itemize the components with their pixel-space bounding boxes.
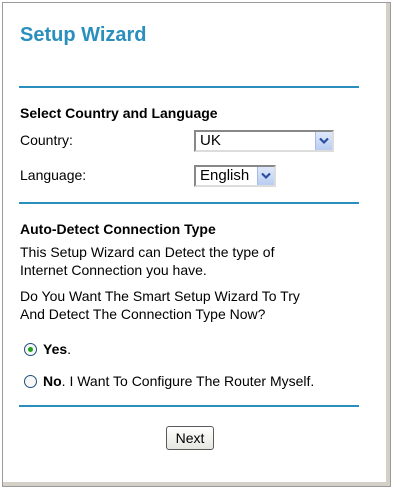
language-dropdown-button[interactable]: [257, 167, 274, 185]
title-divider: [19, 86, 359, 88]
language-label: Language:: [20, 167, 87, 183]
language-select-value: English: [200, 167, 250, 184]
auto-detect-description: This Setup Wizard can Detect the type of…: [20, 243, 274, 279]
country-language-heading: Select Country and Language: [20, 105, 218, 121]
page-title: Setup Wizard: [20, 24, 147, 46]
chevron-down-icon: [261, 172, 271, 180]
next-button[interactable]: Next: [166, 426, 214, 450]
no-label-suffix: . I Want To Configure The Router Myself.: [61, 373, 315, 389]
frame-edge-right: [386, 3, 390, 486]
no-radio[interactable]: [24, 374, 37, 388]
auto-detect-question-line-1: Do You Want The Smart Setup Wizard To Tr…: [20, 288, 300, 304]
frame-edge-bottom: [3, 482, 390, 486]
no-label: No: [43, 373, 62, 389]
chevron-down-icon: [319, 137, 329, 145]
country-label: Country:: [20, 132, 73, 148]
footer-divider: [19, 405, 359, 407]
country-select[interactable]: UK: [194, 130, 334, 152]
section-divider: [19, 202, 359, 204]
language-select[interactable]: English: [194, 165, 276, 187]
yes-radio[interactable]: [24, 342, 37, 356]
auto-detect-question-line-2: And Detect The Connection Type Now?: [20, 306, 266, 322]
yes-option[interactable]: Yes.: [24, 341, 71, 357]
country-dropdown-button[interactable]: [315, 132, 332, 150]
auto-detect-description-line-2: Internet Connection you have.: [20, 262, 207, 278]
country-select-value: UK: [200, 132, 221, 149]
yes-label: Yes: [43, 341, 68, 357]
yes-label-suffix: .: [67, 341, 72, 357]
no-option[interactable]: No. I Want To Configure The Router Mysel…: [24, 373, 314, 389]
auto-detect-question: Do You Want The Smart Setup Wizard To Tr…: [20, 287, 300, 323]
auto-detect-description-line-1: This Setup Wizard can Detect the type of: [20, 244, 275, 260]
auto-detect-heading: Auto-Detect Connection Type: [20, 221, 216, 237]
